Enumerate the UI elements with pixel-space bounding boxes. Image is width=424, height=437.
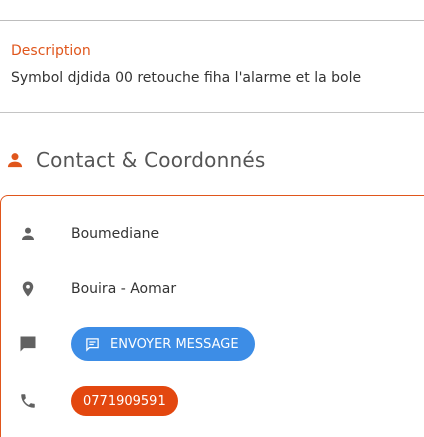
person-icon	[17, 223, 39, 245]
description-label: Description	[11, 43, 91, 59]
divider	[0, 112, 424, 113]
send-message-label: ENVOYER MESSAGE	[110, 336, 239, 352]
contact-name-row: Boumediane	[0, 216, 424, 252]
contact-section-header: Contact & Coordonnés	[0, 143, 265, 177]
page: Description Symbol djdida 00 retouche fi…	[0, 0, 424, 437]
message-icon	[85, 337, 100, 352]
contact-phone-row: 0771909591	[0, 383, 424, 419]
chat-bubble-icon	[17, 333, 39, 355]
contact-message-row: ENVOYER MESSAGE	[0, 326, 424, 362]
contact-location: Bouira - Aomar	[71, 281, 177, 297]
send-message-button[interactable]: ENVOYER MESSAGE	[71, 327, 255, 361]
phone-number: 0771909591	[83, 393, 166, 409]
phone-number-button[interactable]: 0771909591	[71, 386, 178, 416]
top-card-edge	[0, 0, 424, 21]
contact-name: Boumediane	[71, 226, 160, 242]
contact-location-row: Bouira - Aomar	[0, 271, 424, 307]
description-text: Symbol djdida 00 retouche fiha l'alarme …	[11, 70, 362, 86]
location-pin-icon	[17, 278, 39, 300]
person-icon	[4, 149, 26, 171]
contact-section-title: Contact & Coordonnés	[36, 148, 266, 172]
phone-icon	[17, 390, 39, 412]
